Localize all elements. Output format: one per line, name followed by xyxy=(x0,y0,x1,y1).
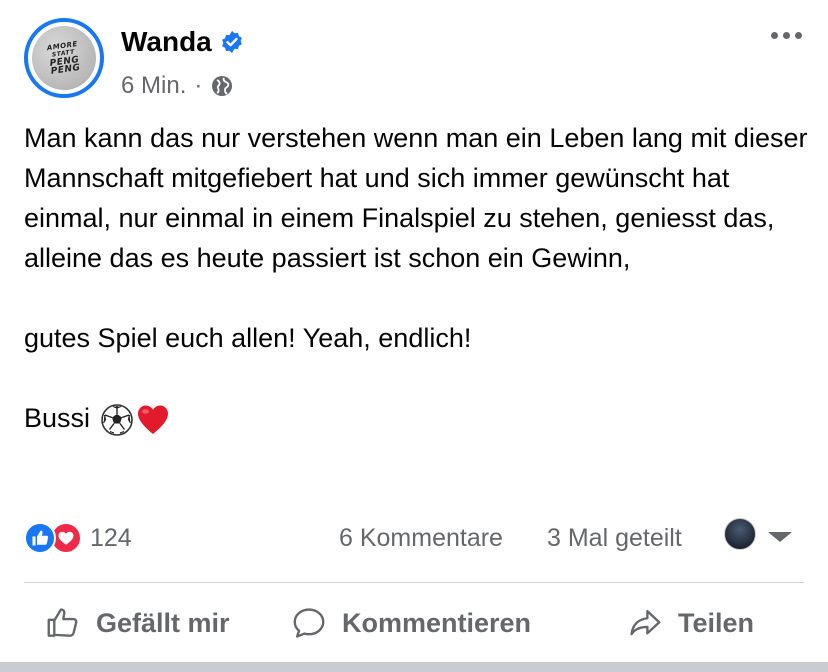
post-actions: Gefällt mir Kommentieren Teilen xyxy=(24,598,804,654)
caret-down-icon[interactable] xyxy=(768,532,792,542)
divider xyxy=(24,582,804,583)
globe-icon xyxy=(212,76,233,96)
comment-button[interactable]: Kommentieren xyxy=(290,604,531,642)
more-options-icon[interactable] xyxy=(771,32,802,39)
post-signoff: Bussi xyxy=(24,403,91,433)
post-time[interactable]: 6 Min. xyxy=(121,72,186,100)
like-reaction-icon xyxy=(24,522,56,554)
thumbs-up-icon xyxy=(47,608,78,637)
shares-count-link[interactable]: 3 Mal geteilt xyxy=(547,524,682,553)
avatar-image: AMORE STATT PENG PENG xyxy=(27,21,101,95)
author-row: Wanda xyxy=(121,26,244,58)
share-label: Teilen xyxy=(678,607,755,638)
avatar-text-4: PENG xyxy=(50,62,82,77)
verified-badge-icon xyxy=(221,31,242,53)
comments-count-link[interactable]: 6 Kommentare xyxy=(339,524,503,553)
feed-separator xyxy=(0,662,828,672)
author-name[interactable]: Wanda xyxy=(121,26,212,58)
like-button[interactable]: Gefällt mir xyxy=(44,604,230,642)
post-stats: 124 6 Kommentare 3 Mal geteilt xyxy=(24,518,804,558)
reaction-count: 124 xyxy=(90,523,132,552)
share-arrow-icon xyxy=(630,609,661,636)
reactor-avatar[interactable] xyxy=(724,518,756,550)
soccer-ball-icon xyxy=(100,404,133,436)
reactions-summary[interactable]: 124 xyxy=(24,522,132,554)
speech-bubble-icon xyxy=(293,608,325,638)
comment-label: Kommentieren xyxy=(342,607,532,638)
post-meta: 6 Min. · xyxy=(121,72,234,100)
like-label: Gefällt mir xyxy=(96,607,230,638)
share-button[interactable]: Teilen xyxy=(626,604,754,642)
post-body: Man kann das nur verstehen wenn man ein … xyxy=(24,118,814,438)
post-paragraph-2: gutes Spiel euch allen! Yeah, endlich! xyxy=(24,323,472,353)
meta-separator: · xyxy=(194,72,203,99)
author-avatar[interactable]: AMORE STATT PENG PENG xyxy=(24,18,104,98)
post-paragraph-1: Man kann das nur verstehen wenn man ein … xyxy=(24,123,808,273)
red-heart-icon xyxy=(137,405,168,434)
post-paragraph-3: Bussi xyxy=(24,398,814,438)
